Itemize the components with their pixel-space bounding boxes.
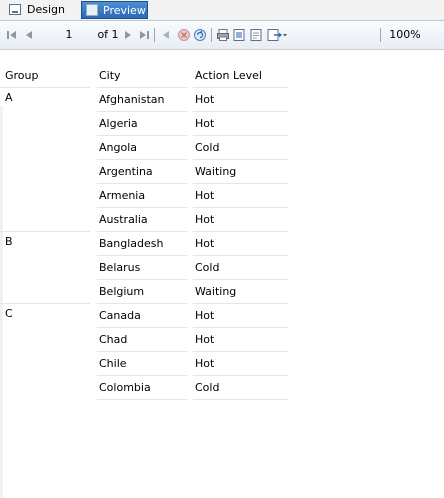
row-divider [97, 399, 187, 400]
tab-design[interactable]: Design [5, 1, 77, 19]
action-level-cell: Hot [195, 357, 215, 370]
stop-icon[interactable] [177, 26, 191, 44]
row-divider [97, 351, 187, 352]
row-divider [193, 159, 288, 160]
row-divider [193, 231, 288, 232]
export-icon[interactable] [266, 26, 288, 44]
tab-preview[interactable]: Preview [81, 1, 148, 19]
group-label: A [5, 91, 13, 104]
row-divider [193, 399, 288, 400]
previous-page-icon[interactable] [23, 26, 35, 44]
row-divider [193, 279, 288, 280]
action-level-cell: Hot [195, 237, 215, 250]
row-divider [193, 327, 288, 328]
column-header-action: Action Level [195, 69, 262, 82]
city-cell: Argentina [99, 165, 153, 178]
row-divider [97, 183, 187, 184]
action-level-cell: Hot [195, 213, 215, 226]
row-divider [193, 87, 288, 88]
row-divider [0, 231, 90, 232]
row-divider [97, 255, 187, 256]
city-cell: Canada [99, 309, 141, 322]
back-icon[interactable] [159, 26, 173, 44]
column-header-city: City [99, 69, 121, 82]
row-divider [193, 351, 288, 352]
toolbar-separator [154, 28, 155, 42]
last-page-icon[interactable] [137, 26, 151, 44]
page-count-label: of 1 [97, 28, 119, 41]
toolbar-separator [380, 28, 381, 42]
city-cell: Angola [99, 141, 138, 154]
print-icon[interactable] [216, 26, 230, 44]
city-cell: Belarus [99, 261, 141, 274]
report-canvas: Group City Action Level A Afghanistan Hot Alge… [0, 50, 444, 498]
page-setup-icon[interactable] [249, 26, 263, 44]
city-cell: Algeria [99, 117, 138, 130]
action-level-cell: Hot [195, 333, 215, 346]
action-level-cell: Waiting [195, 165, 237, 178]
group-label: C [5, 307, 13, 320]
tab-preview-label: Preview [103, 4, 146, 17]
row-divider [97, 207, 187, 208]
row-divider [193, 135, 288, 136]
zoom-level[interactable]: 100% [389, 26, 421, 44]
action-level-cell: Hot [195, 309, 215, 322]
row-divider [193, 375, 288, 376]
row-divider [97, 327, 187, 328]
toolbar-separator [211, 28, 212, 42]
row-divider [97, 87, 187, 88]
print-layout-icon[interactable] [232, 26, 246, 44]
row-divider [97, 279, 187, 280]
row-divider [97, 135, 187, 136]
report-margin [0, 106, 3, 498]
row-divider [193, 183, 288, 184]
row-divider [193, 111, 288, 112]
preview-icon [86, 4, 98, 16]
row-divider [97, 159, 187, 160]
city-cell: Belgium [99, 285, 145, 298]
city-cell: Bangladesh [99, 237, 164, 250]
refresh-icon[interactable] [193, 26, 207, 44]
row-divider [193, 255, 288, 256]
row-divider [97, 231, 187, 232]
group-label: B [5, 235, 13, 248]
row-divider [193, 207, 288, 208]
row-divider [193, 303, 288, 304]
next-page-icon[interactable] [122, 26, 134, 44]
view-tabstrip: Design Preview [0, 0, 444, 21]
city-cell: Armenia [99, 189, 146, 202]
city-cell: Chad [99, 333, 128, 346]
action-level-cell: Waiting [195, 285, 237, 298]
city-cell: Australia [99, 213, 148, 226]
column-header-group: Group [5, 69, 39, 82]
action-level-cell: Hot [195, 189, 215, 202]
city-cell: Afghanistan [99, 93, 165, 106]
action-level-cell: Cold [195, 381, 220, 394]
row-divider [0, 303, 90, 304]
row-divider [97, 111, 187, 112]
tab-design-label: Design [27, 3, 65, 16]
row-divider [97, 303, 187, 304]
action-level-cell: Hot [195, 117, 215, 130]
action-level-cell: Cold [195, 261, 220, 274]
first-page-icon[interactable] [5, 26, 19, 44]
design-icon [9, 4, 21, 15]
page-number-input[interactable]: 1 [63, 26, 75, 44]
report-toolbar: 1 of 1 100% [0, 21, 444, 50]
row-divider [0, 87, 90, 88]
row-divider [97, 375, 187, 376]
action-level-cell: Hot [195, 93, 215, 106]
city-cell: Colombia [99, 381, 151, 394]
action-level-cell: Cold [195, 141, 220, 154]
city-cell: Chile [99, 357, 127, 370]
